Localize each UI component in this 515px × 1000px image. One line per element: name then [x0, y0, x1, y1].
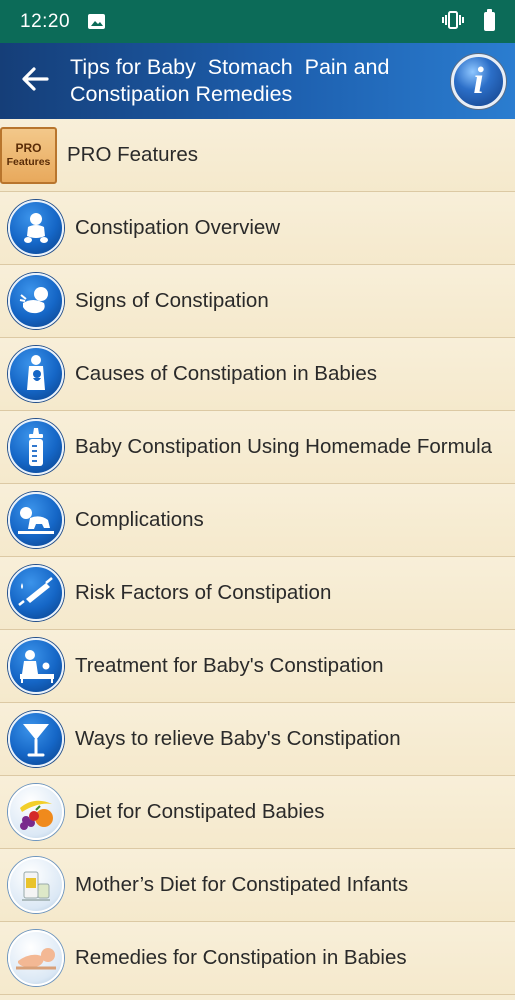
baby-massage-icon: [8, 930, 64, 986]
topic-list: PRO Features PRO Features Constipation O…: [0, 119, 515, 995]
fruits-icon: [8, 784, 64, 840]
photo-icon: [88, 14, 106, 29]
list-item-label: PRO Features: [67, 143, 199, 166]
list-item-label: Treatment for Baby's Constipation: [75, 654, 384, 677]
battery-icon: [484, 9, 495, 31]
info-button[interactable]: i: [451, 54, 506, 109]
list-item-label: Diet for Constipated Babies: [75, 800, 325, 823]
baby-bottle-icon: [8, 419, 64, 475]
pro-badge-line1: PRO: [15, 141, 42, 155]
list-item-label: Complications: [75, 508, 204, 531]
baby-crying-icon: [8, 273, 64, 329]
pro-badge-line2: Features: [6, 156, 51, 168]
status-time: 12:20: [20, 10, 71, 32]
status-bar: 12:20: [0, 0, 515, 43]
list-item-remedies[interactable]: Remedies for Constipation in Babies: [0, 922, 515, 995]
list-item-label: Remedies for Constipation in Babies: [75, 946, 407, 969]
list-item-mothers-diet[interactable]: Mother’s Diet for Constipated Infants: [0, 849, 515, 922]
pro-features-badge: PRO Features: [0, 126, 57, 184]
baby-food-icon: [8, 857, 64, 913]
arrow-left-icon: [21, 66, 49, 96]
syringe-icon: [8, 565, 64, 621]
list-item-complications[interactable]: Complications: [0, 484, 515, 557]
list-item-label: Mother’s Diet for Constipated Infants: [75, 873, 409, 896]
list-item-label: Baby Constipation Using Homemade Formula: [75, 435, 493, 458]
info-icon: i: [473, 59, 484, 102]
doctor-patient-icon: [8, 638, 64, 694]
list-item-label: Ways to relieve Baby's Constipation: [75, 727, 401, 750]
list-item-ways-to-relieve[interactable]: Ways to relieve Baby's Constipation: [0, 703, 515, 776]
list-item-homemade-formula[interactable]: Baby Constipation Using Homemade Formula: [0, 411, 515, 484]
list-item-label: Risk Factors of Constipation: [75, 581, 332, 604]
list-item-treatment[interactable]: Treatment for Baby's Constipation: [0, 630, 515, 703]
list-item-pro-features[interactable]: PRO Features PRO Features: [0, 119, 515, 192]
baby-sitting-icon: [8, 200, 64, 256]
list-item-label: Signs of Constipation: [75, 289, 269, 312]
list-item-label: Causes of Constipation in Babies: [75, 362, 377, 385]
list-item-constipation-overview[interactable]: Constipation Overview: [0, 192, 515, 265]
list-item-causes-of-constipation[interactable]: Causes of Constipation in Babies: [0, 338, 515, 411]
mother-baby-icon: [8, 346, 64, 402]
baby-crawling-icon: [8, 492, 64, 548]
glass-icon: [8, 711, 64, 767]
list-item-diet[interactable]: Diet for Constipated Babies: [0, 776, 515, 849]
list-item-signs-of-constipation[interactable]: Signs of Constipation: [0, 265, 515, 338]
vibrate-icon: [442, 10, 464, 33]
back-button[interactable]: [0, 43, 70, 119]
app-bar: Tips for Baby Stomach Pain and Constipat…: [0, 43, 515, 119]
list-item-label: Constipation Overview: [75, 216, 281, 239]
list-item-risk-factors[interactable]: Risk Factors of Constipation: [0, 557, 515, 630]
page-title: Tips for Baby Stomach Pain and Constipat…: [70, 55, 390, 106]
